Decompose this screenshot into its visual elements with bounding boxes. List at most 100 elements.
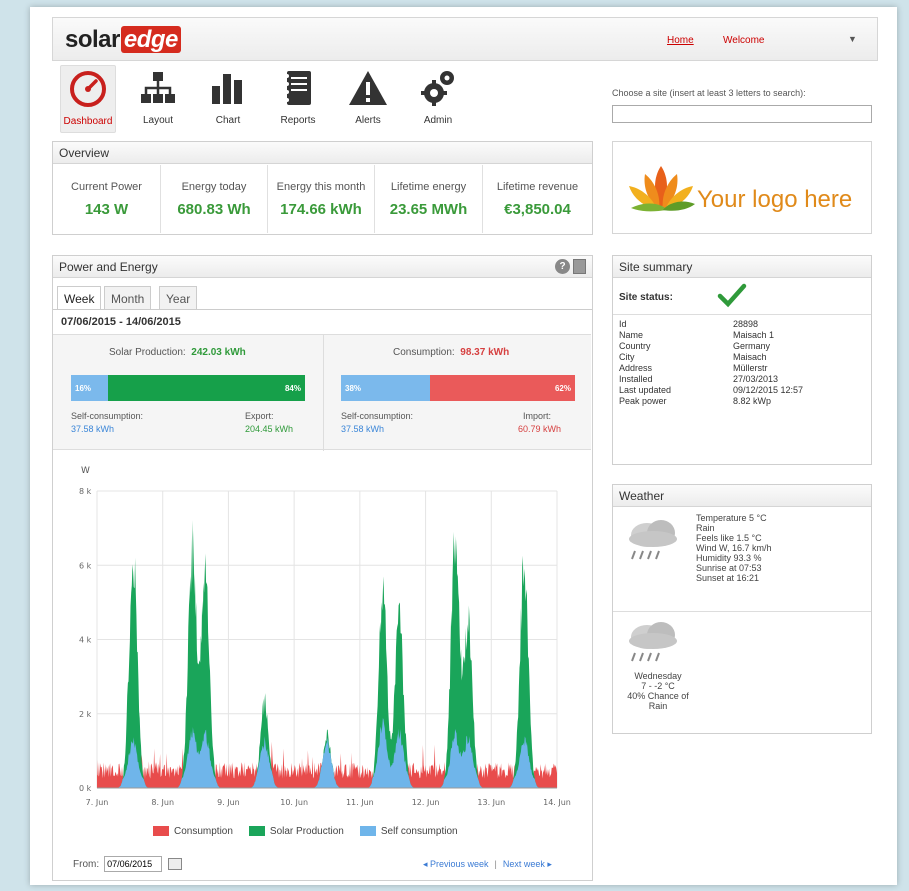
weather-line: Temperature 5 °C	[696, 513, 767, 523]
site-search-input[interactable]	[612, 105, 872, 123]
weather-line: Wednesday	[634, 671, 682, 681]
site-detail-value: 28898	[733, 319, 759, 329]
gears-icon	[410, 65, 466, 111]
x-tick-label: 12. Jun	[412, 798, 440, 807]
menu-admin[interactable]: Admin	[410, 65, 466, 133]
logo-panel: Your logo here	[612, 141, 872, 234]
production-label: Solar Production:	[109, 347, 186, 358]
y-tick-label: 4 k	[79, 636, 92, 645]
production-export-segment: 84%	[108, 375, 305, 401]
overview-current-power: Current Power 143 W	[53, 165, 161, 233]
menu-dashboard-label: Dashboard	[63, 116, 113, 127]
weather-line: Rain	[696, 523, 715, 533]
production-self-segment: 16%	[71, 375, 109, 401]
legend-label: Solar Production	[269, 826, 344, 837]
overview-value: 143 W	[84, 201, 129, 218]
chevron-down-icon[interactable]: ▼	[848, 34, 857, 44]
lotus-logo-icon	[629, 166, 695, 212]
menu-dashboard[interactable]: Dashboard	[60, 65, 116, 133]
import-label: Import:	[523, 411, 552, 421]
site-search-label: Choose a site (insert at least 3 letters…	[612, 88, 806, 98]
site-detail-key: Id	[619, 319, 627, 329]
export-value: 204.45 kWh	[245, 424, 294, 434]
overview-label: Lifetime energy	[390, 181, 467, 193]
power-chart[interactable]: W 0 k 2 k 4 k 6 k 8 k 7. Jun 8. Jun 9. Jun 10. Ju…	[53, 451, 591, 861]
from-label: From:	[73, 858, 100, 870]
y-tick-label: 8 k	[79, 487, 92, 496]
site-detail-row: Id 28898	[619, 319, 803, 330]
export-label: Export:	[245, 411, 274, 421]
overview-value: 174.66 kWh	[280, 201, 362, 218]
chart-legend: Consumption Solar Production Self consum…	[153, 826, 458, 837]
divider	[323, 335, 324, 451]
site-detail-key: Installed	[619, 374, 653, 384]
site-details: Id 28898 Name Maisach 1 Country Germany City Ma…	[619, 319, 803, 407]
consumption-split-bar: 38% 62%	[341, 375, 575, 401]
production-self-label: Self-consumption:	[71, 411, 144, 421]
overview-energy-today: Energy today 680.83 Wh	[161, 165, 268, 233]
overview-label: Energy this month	[276, 181, 366, 193]
overview-value: €3,850.04	[504, 201, 571, 218]
previous-week-link[interactable]: ◂ Previous week	[423, 859, 489, 869]
site-detail-value: Germany	[733, 341, 771, 351]
menu-layout[interactable]: Layout	[130, 65, 186, 133]
rain-cloud-icon	[623, 617, 685, 672]
y-tick-label: 0 k	[79, 784, 92, 793]
x-tick-label: 13. Jun	[477, 798, 505, 807]
site-detail-key: City	[619, 352, 635, 362]
weather-line: Sunrise at 07:53	[696, 563, 762, 573]
site-detail-value: Maisach	[733, 352, 767, 362]
consumption-title: Consumption: 98.37 kWh	[393, 347, 509, 358]
power-energy-panel: Power and Energy ? Week Month Year 07/06…	[52, 255, 593, 881]
production-title: Solar Production: 242.03 kWh	[109, 347, 246, 358]
legend-swatch	[359, 826, 376, 837]
site-detail-key: Name	[619, 330, 644, 340]
legend-label: Consumption	[174, 826, 233, 837]
site-detail-value: 09/12/2015 12:57	[733, 385, 804, 395]
y-tick-label: 6 k	[79, 561, 92, 570]
weather-forecast-details: Wednesday 7 - -2 °C 40% Chance of Rain	[619, 671, 697, 711]
site-detail-key: Address	[619, 363, 653, 373]
menu-layout-label: Layout	[142, 115, 174, 126]
consumption-label: Consumption:	[393, 347, 455, 358]
legend-swatch	[248, 826, 265, 837]
x-tick-label: 9. Jun	[217, 798, 240, 807]
solaredge-logo[interactable]: solar edge	[65, 26, 181, 54]
menu-reports[interactable]: Reports	[270, 65, 326, 133]
site-detail-key: Last updated	[619, 385, 672, 395]
production-self-value: 37.58 kWh	[71, 424, 115, 434]
site-detail-value: Maisach 1	[733, 330, 775, 340]
legend-consumption[interactable]: Consumption	[153, 826, 233, 837]
welcome-menu[interactable]: Welcome	[723, 35, 765, 46]
site-detail-key: Peak power	[619, 396, 667, 406]
site-detail-value: 8.82 kWp	[733, 396, 772, 406]
site-detail-row: City Maisach	[619, 352, 803, 363]
menu-chart[interactable]: Chart	[200, 65, 256, 133]
weather-panel: Weather Temperature 5 °C Rain Feels like 1…	[612, 484, 872, 734]
power-chart-svg: W 0 k 2 k 4 k 6 k 8 k 7. Jun 8. Jun 9. Jun 10. Ju…	[79, 466, 571, 807]
calendar-icon[interactable]	[168, 858, 183, 870]
export-icon[interactable]	[573, 259, 586, 274]
x-tick-label: 14. Jun	[543, 798, 571, 807]
consumption-self-label: Self-consumption:	[341, 411, 414, 421]
next-week-link[interactable]: Next week ▸	[503, 859, 552, 869]
legend-solar-production[interactable]: Solar Production	[248, 826, 344, 837]
help-icon[interactable]: ?	[555, 259, 570, 274]
site-detail-key: Country	[619, 341, 651, 351]
home-link[interactable]: Home	[667, 35, 694, 46]
legend-self-consumption[interactable]: Self consumption	[359, 826, 458, 837]
overview-value: 23.65 MWh	[389, 201, 468, 218]
legend-swatch	[153, 826, 169, 837]
x-tick-label: 8. Jun	[151, 798, 174, 807]
overview-value: 680.83 Wh	[177, 201, 251, 218]
menu-alerts[interactable]: Alerts	[340, 65, 396, 133]
tab-week[interactable]: Week	[57, 286, 102, 310]
gauge-icon	[61, 66, 115, 112]
logo-placeholder-text: Your logo here	[697, 186, 853, 213]
tab-month[interactable]: Month	[104, 286, 152, 310]
tab-year[interactable]: Year	[159, 286, 198, 310]
x-tick-label: 10. Jun	[280, 798, 308, 807]
weather-title: Weather	[613, 485, 871, 507]
from-date-input[interactable]	[104, 856, 163, 872]
site-detail-row: Installed 27/03/2013	[619, 374, 803, 385]
